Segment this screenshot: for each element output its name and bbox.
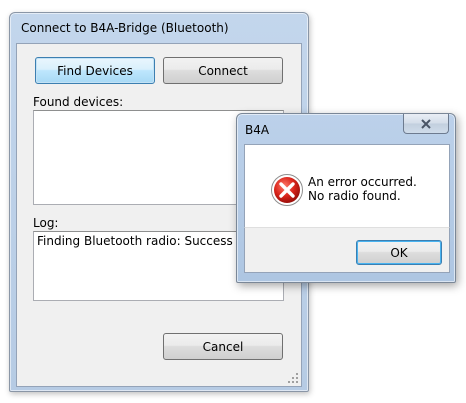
close-icon [421,118,431,129]
connect-button[interactable]: Connect [163,57,283,84]
dialog-title: B4A [245,123,270,137]
found-devices-label: Found devices: [33,95,124,109]
error-message-line1: An error occurred. [308,175,417,189]
error-message: An error occurred. No radio found. [308,175,417,203]
dialog-message-area: An error occurred. No radio found. [244,144,450,228]
error-message-line2: No radio found. [308,189,401,203]
window-title: Connect to B4A-Bridge (Bluetooth) [21,21,229,35]
ok-button[interactable]: OK [356,240,442,265]
error-dialog: B4A An error occurred. No radio found. O… [236,113,456,283]
cancel-button[interactable]: Cancel [163,333,283,360]
find-devices-button[interactable]: Find Devices [35,57,155,84]
log-line: Finding Bluetooth radio: Success [37,234,233,248]
resize-grip-icon[interactable] [288,373,298,383]
dialog-close-button[interactable] [403,114,449,134]
error-icon [271,174,303,206]
log-label: Log: [33,216,59,230]
dialog-footer: OK [244,227,450,273]
